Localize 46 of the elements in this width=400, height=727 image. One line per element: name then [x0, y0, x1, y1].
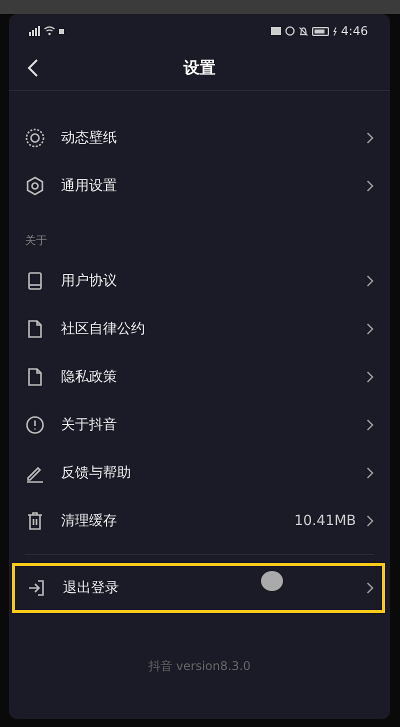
- settings-item[interactable]: 用户协议: [9, 257, 390, 305]
- page-title: 设置: [184, 58, 216, 78]
- mute-icon: [299, 26, 308, 36]
- exit-icon: [27, 578, 47, 598]
- item-label: 隐私政策: [61, 368, 117, 386]
- settings-item[interactable]: 社区自律公约: [9, 305, 390, 353]
- chevron-icon: [366, 180, 374, 192]
- chevron-icon: [366, 582, 374, 594]
- settings-item[interactable]: 动态壁纸: [9, 114, 390, 162]
- info-icon: [25, 415, 45, 435]
- doc-icon: [25, 367, 45, 387]
- section-label: 关于: [24, 233, 48, 249]
- item-label: 动态壁纸: [61, 129, 117, 147]
- chevron-icon: [366, 132, 374, 144]
- settings-item[interactable]: 通用设置: [9, 162, 390, 210]
- item-label: 退出登录: [63, 579, 119, 597]
- item-label: 反馈与帮助: [61, 464, 131, 482]
- charging-icon: [333, 26, 338, 36]
- book-icon: [25, 271, 45, 291]
- cache-size: 10.41MB: [294, 513, 356, 529]
- logout-item[interactable]: 退出登录: [12, 563, 385, 613]
- settings-item[interactable]: 反馈与帮助: [9, 449, 390, 497]
- chevron-icon: [366, 515, 374, 527]
- version-text: 抖音 version8.3.0: [147, 658, 252, 675]
- gear-icon: [25, 176, 45, 196]
- signal-icon: [29, 26, 40, 36]
- chevron-icon: [366, 275, 374, 287]
- status-time: 4:46: [341, 24, 368, 38]
- trash-icon: [25, 511, 45, 531]
- item-label: 通用设置: [61, 177, 117, 195]
- wifi-icon: [44, 26, 55, 36]
- item-label: 社区自律公约: [61, 320, 145, 338]
- item-label: 清理缓存: [61, 512, 117, 530]
- doc-icon: [25, 319, 45, 339]
- chevron-icon: [366, 419, 374, 431]
- settings-item[interactable]: 关于抖音: [9, 401, 390, 449]
- item-label: 用户协议: [61, 272, 117, 290]
- settings-item[interactable]: 隐私政策: [9, 353, 390, 401]
- chevron-icon: [366, 467, 374, 479]
- alarm-icon: [285, 26, 296, 36]
- chevron-icon: [366, 371, 374, 383]
- chevron-icon: [366, 323, 374, 335]
- item-label: 关于抖音: [61, 416, 117, 434]
- wallpaper-icon: [25, 128, 45, 148]
- battery-icon: [312, 26, 330, 36]
- settings-item[interactable]: 清理缓存 10.41MB: [9, 497, 390, 545]
